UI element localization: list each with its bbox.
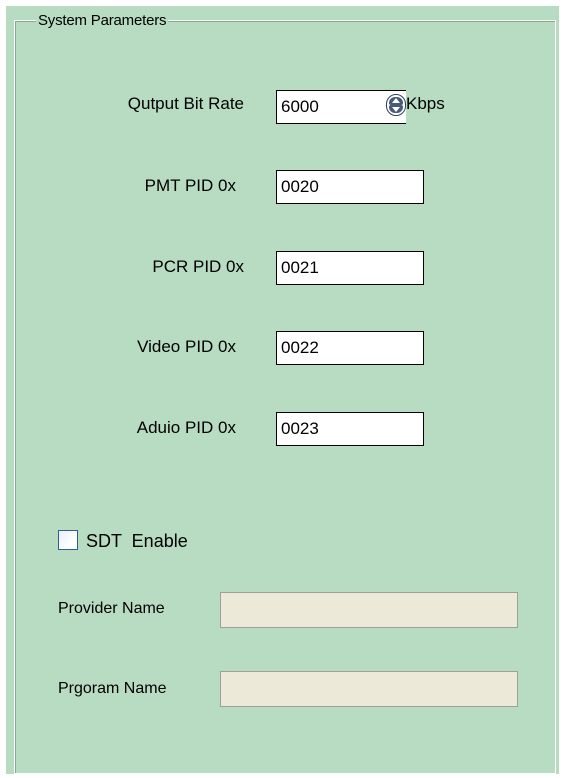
pmt-pid-label: PMT PID 0x xyxy=(144,176,236,195)
program-name-input[interactable] xyxy=(220,671,518,707)
audio-pid-input[interactable] xyxy=(276,412,424,446)
output-bit-rate-label: Qutput Bit Rate xyxy=(127,94,244,113)
system-parameters-groupbox xyxy=(14,20,556,774)
sdt-enable-label: SDT Enable xyxy=(86,531,188,551)
provider-name-label: Provider Name xyxy=(58,600,165,617)
video-pid-input[interactable] xyxy=(276,331,424,365)
pcr-pid-label: PCR PID 0x xyxy=(152,257,244,276)
pcr-pid-input[interactable] xyxy=(276,251,424,285)
audio-pid-label: Aduio PID 0x xyxy=(136,418,236,437)
spin-down-icon[interactable] xyxy=(389,105,403,113)
up-down-spin-icon[interactable] xyxy=(386,94,406,116)
spin-up-icon[interactable] xyxy=(389,97,403,105)
bit-rate-unit-label: Kbps xyxy=(406,94,445,113)
sdt-enable-checkbox[interactable] xyxy=(58,530,78,550)
group-title: System Parameters xyxy=(36,12,169,30)
program-name-label: Prgoram Name xyxy=(58,680,167,697)
pmt-pid-input[interactable] xyxy=(276,170,424,204)
video-pid-label: Video PID 0x xyxy=(137,337,236,356)
provider-name-input[interactable] xyxy=(220,592,518,628)
